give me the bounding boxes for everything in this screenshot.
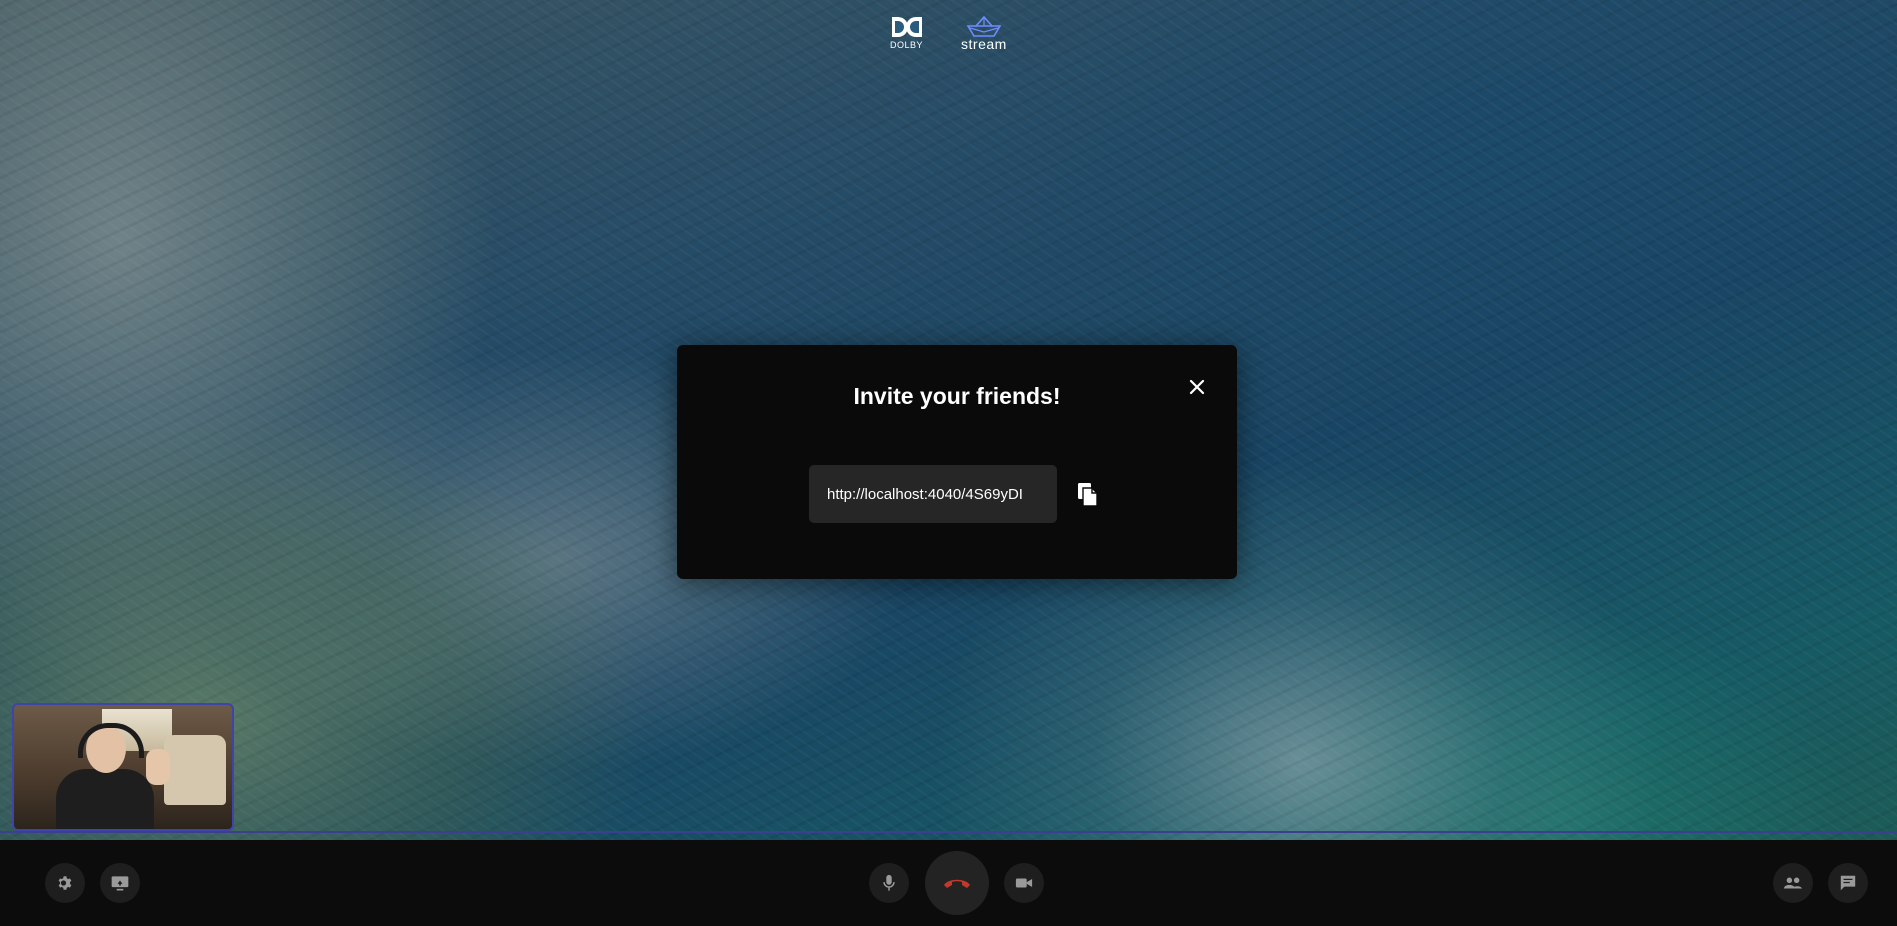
invite-link-text[interactable]: http://localhost:4040/4S69yDI xyxy=(827,486,1023,503)
video-chair xyxy=(164,735,226,805)
copy-icon[interactable] xyxy=(1075,481,1099,507)
chat-button[interactable] xyxy=(1828,863,1868,903)
video-person-body xyxy=(56,769,154,829)
brand-logos: DOLBY stream xyxy=(890,16,1007,52)
main-stage-background: DOLBY stream Invite your friends! http:/… xyxy=(0,0,1897,840)
settings-button[interactable] xyxy=(45,863,85,903)
camera-icon xyxy=(1015,878,1033,888)
control-bar xyxy=(0,840,1897,926)
close-icon[interactable] xyxy=(1185,375,1209,399)
screen-share-button[interactable] xyxy=(100,863,140,903)
participants-icon xyxy=(1783,877,1803,889)
camera-button[interactable] xyxy=(1004,863,1044,903)
hangup-button[interactable] xyxy=(925,851,989,915)
hangup-icon xyxy=(944,879,970,888)
dolby-logo: DOLBY xyxy=(890,16,923,50)
stream-label: stream xyxy=(961,36,1007,52)
mic-button[interactable] xyxy=(869,863,909,903)
stage-divider-line xyxy=(0,831,1897,833)
stream-logo: stream xyxy=(961,16,1007,52)
invite-link-field[interactable]: http://localhost:4040/4S69yDI xyxy=(809,465,1057,523)
participants-button[interactable] xyxy=(1773,863,1813,903)
paper-boat-icon xyxy=(966,16,1002,37)
dolby-label: DOLBY xyxy=(890,40,924,50)
video-person-hand xyxy=(146,749,170,785)
dolby-icon xyxy=(891,17,922,37)
chat-icon xyxy=(1840,875,1856,891)
mic-icon xyxy=(883,874,895,891)
gear-icon xyxy=(58,876,72,890)
modal-title: Invite your friends! xyxy=(853,383,1061,409)
self-video-tile[interactable] xyxy=(12,703,234,831)
screen-share-icon xyxy=(111,876,129,891)
invite-modal: Invite your friends! http://localhost:40… xyxy=(677,345,1237,579)
